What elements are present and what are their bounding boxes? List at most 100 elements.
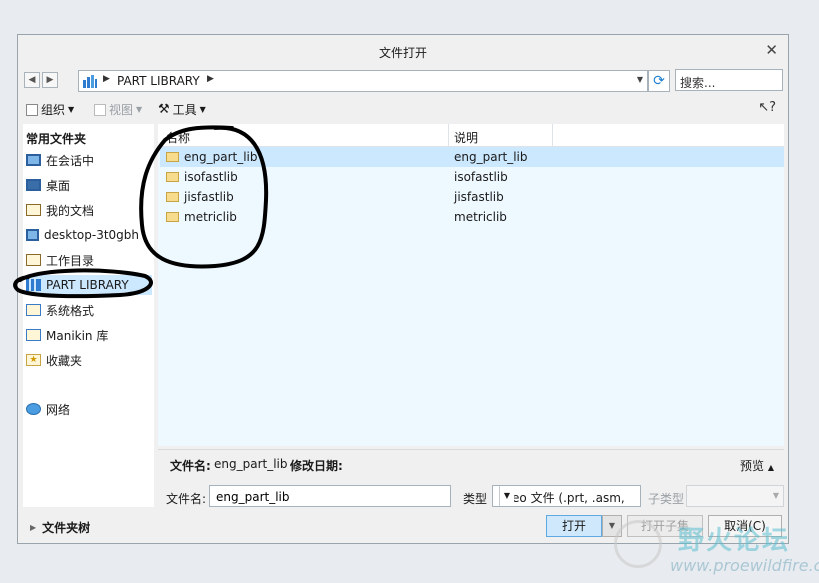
address-bar[interactable]: ▶ PART LIBRARY ▶ ▼ <box>78 70 648 92</box>
sidebar-item-label: 系统格式 <box>46 303 95 318</box>
chevron-down-icon[interactable]: ▼ <box>637 75 643 84</box>
view-label: 视图 <box>109 103 134 117</box>
search-input[interactable]: 搜索... <box>675 69 783 91</box>
file-list: 名称 说明 eng_part_lib eng_part_lib isofastl… <box>158 124 784 446</box>
sidebar-item-network[interactable]: 网络 <box>26 399 152 419</box>
dialog-title: 文件打开 <box>378 46 427 60</box>
watermark-text: 野火论坛 <box>678 526 791 556</box>
help-icon[interactable]: ↖? <box>758 100 776 115</box>
folder-icon <box>166 192 179 202</box>
file-description: isofastlib <box>454 170 508 184</box>
sidebar-item-favorites[interactable]: ★ 收藏夹 <box>26 350 152 370</box>
search-placeholder: 搜索... <box>680 76 716 90</box>
breadcrumb-arrow-icon[interactable]: ▶ <box>207 74 214 84</box>
type-value: Creo 文件 (.prt, .asm, <box>499 491 625 505</box>
system-format-icon <box>26 304 41 316</box>
back-icon[interactable]: ◀ <box>24 72 40 88</box>
file-description: metriclib <box>454 210 507 224</box>
navigation-bar: ◀ ▶ ▶ PART LIBRARY ▶ ▼ ⟳ 搜索... <box>24 69 784 92</box>
chevron-down-icon: ▼ <box>68 105 75 114</box>
breadcrumb-arrow-icon[interactable]: ▶ <box>103 74 110 84</box>
monitor-icon <box>26 154 41 166</box>
folder-icon <box>166 212 179 222</box>
desktop-icon <box>26 179 41 191</box>
tools-menu[interactable]: ⚒ 工具 ▼ <box>158 101 206 118</box>
sidebar-item-label: 工作目录 <box>46 253 95 268</box>
filename-label: 文件名: <box>166 492 207 506</box>
sidebar-item-label: PART LIBRARY <box>46 278 129 292</box>
list-item[interactable]: eng_part_lib eng_part_lib <box>160 147 784 167</box>
file-description: jisfastlib <box>454 190 504 204</box>
sidebar-item-computer[interactable]: desktop-3t0gbh <box>26 225 152 245</box>
expand-arrow-icon: ▶ <box>30 523 37 532</box>
computer-icon <box>26 229 39 241</box>
details-bar: 文件名: eng_part_lib 修改日期: 预览 ▲ <box>158 449 784 480</box>
forward-icon[interactable]: ▶ <box>42 72 58 88</box>
file-name: jisfastlib <box>184 190 234 204</box>
chevron-down-icon[interactable]: ▼ <box>499 486 514 506</box>
star-icon: ★ <box>26 354 41 366</box>
sidebar-item-label: 网络 <box>46 402 71 417</box>
sidebar-header: 常用文件夹 <box>26 132 87 146</box>
sidebar-item-in-session[interactable]: 在会话中 <box>26 150 152 170</box>
type-label: 类型 <box>463 492 488 506</box>
subtype-select[interactable]: ▼ <box>686 485 784 507</box>
sidebar-item-desktop[interactable]: 桌面 <box>26 175 152 195</box>
file-name: eng_part_lib <box>184 150 258 164</box>
open-button[interactable]: 打开 <box>546 515 602 537</box>
list-item[interactable]: isofastlib isofastlib <box>160 167 784 187</box>
preview-toggle[interactable]: 预览 ▲ <box>740 457 774 474</box>
documents-icon <box>26 204 41 216</box>
filename-field[interactable] <box>209 485 451 507</box>
tools-icon: ⚒ <box>158 102 170 117</box>
file-description: eng_part_lib <box>454 150 528 164</box>
sidebar-item-label: 我的文档 <box>46 203 95 218</box>
refresh-icon[interactable]: ⟳ <box>648 70 670 92</box>
chevron-down-icon: ▼ <box>136 105 143 114</box>
file-name: metriclib <box>184 210 237 224</box>
filename-input[interactable] <box>214 489 448 505</box>
organize-icon <box>26 103 38 116</box>
column-header: 名称 说明 <box>158 124 784 147</box>
column-name-header[interactable]: 名称 <box>166 129 190 146</box>
chevron-up-icon: ▲ <box>767 463 774 472</box>
sidebar-item-part-library[interactable]: PART LIBRARY <box>26 275 152 295</box>
sidebar-item-label: 桌面 <box>46 178 71 193</box>
title-bar: 文件打开 ✕ <box>18 35 788 67</box>
close-icon[interactable]: ✕ <box>765 41 778 59</box>
view-icon <box>94 103 106 116</box>
library-icon <box>83 74 97 88</box>
file-open-dialog: 文件打开 ✕ ◀ ▶ ▶ PART LIBRARY ▶ ▼ ⟳ 搜索... 组织… <box>17 34 789 544</box>
file-name: isofastlib <box>184 170 238 184</box>
chevron-down-icon: ▼ <box>772 491 780 500</box>
favorites-sidebar: 常用文件夹 在会话中 桌面 我的文档 desktop-3t0gbh 工作目录 P… <box>23 124 154 507</box>
folder-icon <box>166 172 179 182</box>
organize-menu[interactable]: 组织 ▼ <box>26 101 74 118</box>
column-desc-header[interactable]: 说明 <box>454 129 478 146</box>
working-dir-icon <box>26 254 41 266</box>
folder-tree-toggle[interactable]: ▶ 文件夹树 <box>30 519 90 536</box>
column-divider[interactable] <box>448 124 449 146</box>
sidebar-item-label: desktop-3t0gbh <box>44 228 140 242</box>
sidebar-item-working-dir[interactable]: 工作目录 <box>26 250 152 270</box>
details-modified-label: 修改日期: <box>290 459 343 473</box>
library-icon <box>26 279 41 291</box>
watermark-logo <box>614 520 662 568</box>
sidebar-item-documents[interactable]: 我的文档 <box>26 200 152 220</box>
details-filename-label: 文件名: <box>170 459 211 473</box>
sidebar-item-label: 在会话中 <box>46 153 95 168</box>
list-item[interactable]: metriclib metriclib <box>160 207 784 227</box>
sidebar-item-system-format[interactable]: 系统格式 <box>26 300 152 320</box>
watermark: 野火论坛 www.proewildfire.cn <box>610 516 819 580</box>
subtype-label: 子类型 <box>648 492 685 506</box>
folder-tree-label: 文件夹树 <box>42 521 91 535</box>
sidebar-item-manikin[interactable]: Manikin 库 <box>26 325 152 345</box>
preview-label: 预览 <box>740 459 765 473</box>
type-select[interactable]: Creo 文件 (.prt, .asm, ▼ <box>492 485 641 507</box>
sidebar-item-label: 收藏夹 <box>46 353 83 368</box>
list-item[interactable]: jisfastlib jisfastlib <box>160 187 784 207</box>
view-menu[interactable]: 视图 ▼ <box>94 101 142 118</box>
watermark-url: www.proewildfire.cn <box>670 556 819 575</box>
breadcrumb-path[interactable]: PART LIBRARY <box>117 74 200 88</box>
column-divider[interactable] <box>552 124 553 146</box>
